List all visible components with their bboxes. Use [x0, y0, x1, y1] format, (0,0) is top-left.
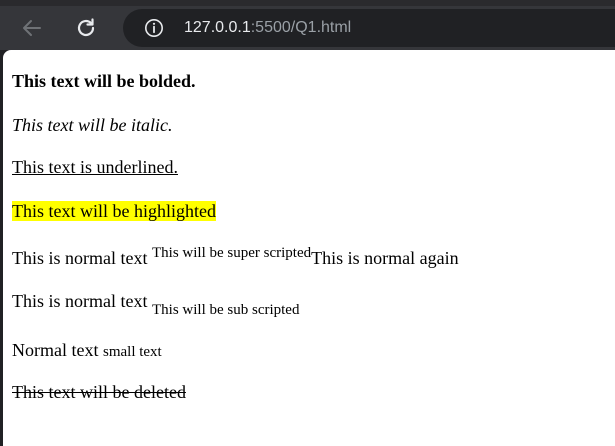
highlight-line: This text will be highlighted — [12, 200, 216, 222]
page-content: This text will be bolded. This text will… — [3, 50, 615, 446]
subscript-text: This will be sub scripted — [151, 302, 300, 318]
reload-icon — [77, 18, 95, 37]
normal-again-text: This is normal again — [311, 248, 459, 268]
small-text: small text — [102, 344, 162, 360]
italic-text: This text will be italic. — [12, 115, 173, 135]
url-text[interactable]: 127.0.0.1:5500/Q1.html — [184, 18, 351, 38]
address-bar[interactable]: 127.0.0.1:5500/Q1.html — [123, 9, 615, 47]
deleted-text: This text will be deleted — [12, 382, 186, 402]
underlined-text: This text is underlined. — [12, 157, 178, 177]
subscript-line: This is normal text This will be sub scr… — [12, 290, 299, 318]
url-host: 127.0.0.1 — [184, 19, 251, 36]
small-line: Normal text small text — [12, 339, 162, 363]
url-path: :5500/Q1.html — [250, 19, 352, 36]
superscript-line: This is normal text This will be super s… — [12, 245, 459, 269]
normal-text: This is normal text — [12, 291, 152, 311]
back-arrow-icon — [23, 20, 41, 36]
info-icon[interactable] — [144, 18, 164, 38]
normal-text: This is normal text — [12, 248, 152, 268]
browser-toolbar: 127.0.0.1:5500/Q1.html — [0, 0, 615, 50]
superscript-text: This will be super scripted — [151, 245, 312, 261]
bold-text: This text will be bolded. — [12, 71, 196, 91]
back-button[interactable] — [17, 13, 47, 43]
reload-button[interactable] — [71, 13, 101, 43]
normal-text: Normal text — [12, 340, 103, 360]
highlighted-text: This text will be highlighted — [12, 201, 216, 221]
